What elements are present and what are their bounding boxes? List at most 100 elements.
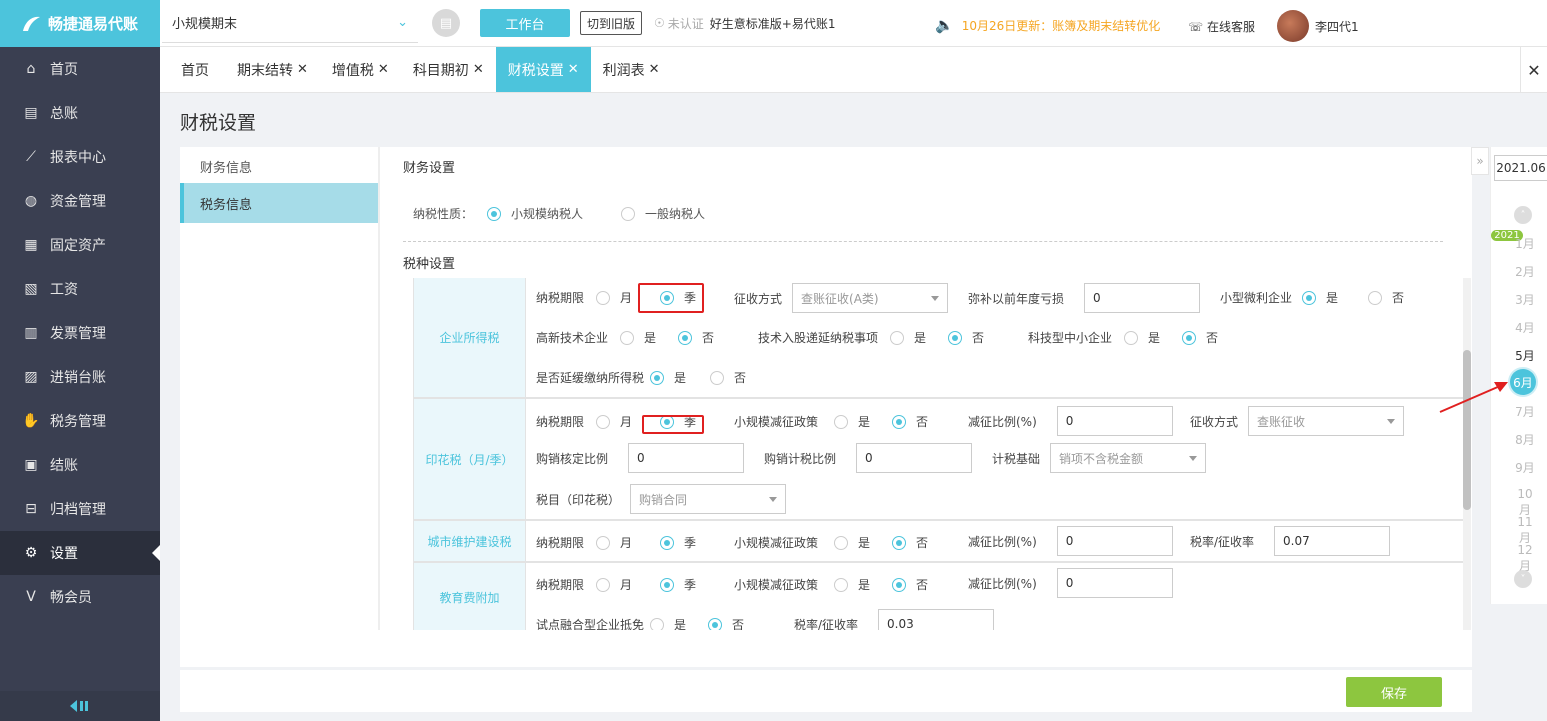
radio-small-scale[interactable]: [487, 206, 502, 221]
corp-period-month-radio[interactable]: [596, 290, 611, 305]
online-service-link[interactable]: ☏ 在线客服: [1188, 18, 1255, 35]
corp-sme-label: 科技型中小企业: [1028, 331, 1113, 345]
speaker-icon: 🔈: [935, 16, 954, 34]
corp-small-yes-radio[interactable]: [1302, 290, 1317, 305]
corp-sme-no-radio[interactable]: [1182, 330, 1197, 345]
sidebar-item-1[interactable]: ▤ 总账: [0, 91, 160, 135]
sidebar-item-10[interactable]: ⊟ 归档管理: [0, 487, 160, 531]
month-3[interactable]: 3月: [1513, 291, 1537, 308]
stamp-collect-select[interactable]: 查账征收: [1248, 406, 1405, 436]
corp-tech-invest-no-radio[interactable]: [948, 330, 963, 345]
chevron-up-icon[interactable]: ˄: [1514, 206, 1532, 224]
month-10[interactable]: 10月: [1513, 487, 1537, 518]
tab-close-icon[interactable]: ✕: [473, 62, 484, 77]
sidebar-item-8[interactable]: ✋ 税务管理: [0, 399, 160, 443]
sidebar-item-11[interactable]: ⚙ 设置: [0, 531, 160, 575]
city-policy-yes-radio[interactable]: [834, 535, 849, 550]
corp-hitech-no-radio[interactable]: [678, 330, 693, 345]
tab-close-icon[interactable]: ✕: [297, 62, 308, 77]
stamp-reduce-label: 减征比例(%): [968, 414, 1037, 429]
stamp-purchase-tax-input[interactable]: 0: [856, 443, 973, 473]
sidebar-item-label: 发票管理: [50, 326, 106, 342]
stamp-purchase-ratio-label: 购销核定比例: [536, 451, 609, 466]
edu-policy-no-radio[interactable]: [892, 577, 907, 592]
corp-loss-input[interactable]: 0: [1084, 283, 1201, 313]
city-period-quarter-radio[interactable]: [660, 535, 675, 550]
sidebar-item-2[interactable]: ⟋ 报表中心: [0, 135, 160, 179]
edu-tax-box: 教育费附加 纳税期限 月 季 小规模减征政策 是 否 减征比例(%) 0 试点融…: [413, 562, 1463, 639]
stamp-policy-no-radio[interactable]: [892, 414, 907, 429]
sidebar-item-7[interactable]: ▨ 进销台账: [0, 355, 160, 399]
edu-policy-yes-radio[interactable]: [834, 577, 849, 592]
close-all-tabs-icon[interactable]: ✕: [1520, 47, 1547, 93]
stamp-item-select[interactable]: 购销合同: [630, 484, 787, 514]
chevron-down-icon[interactable]: ˅: [1514, 570, 1532, 588]
corp-tech-invest-yes-label: 是: [914, 331, 927, 345]
tab-close-icon[interactable]: ✕: [649, 62, 660, 77]
tab-0[interactable]: 首页: [165, 47, 225, 92]
current-period[interactable]: 2021.06: [1494, 155, 1547, 181]
corp-defer-no-radio[interactable]: [710, 370, 725, 385]
sidebar-collapse-button[interactable]: [0, 691, 160, 721]
taxpayer-type-row: 纳税性质： 小规模纳税人 一般纳税人: [413, 205, 705, 222]
month-4[interactable]: 4月: [1513, 319, 1537, 336]
tab-label: 增值税: [331, 62, 374, 79]
sidebar-item-3[interactable]: ◍ 资金管理: [0, 179, 160, 223]
cert-status[interactable]: ☉ 未认证: [654, 15, 704, 32]
user-menu[interactable]: 李四代1: [1277, 10, 1359, 42]
tab-5[interactable]: 利润表 ✕: [591, 47, 672, 92]
stamp-purchase-ratio-input[interactable]: 0: [628, 443, 745, 473]
scrollbar-thumb[interactable]: [1463, 350, 1471, 510]
switch-old-version-button[interactable]: 切到旧版: [580, 11, 643, 35]
corp-tech-invest-no-label: 否: [972, 331, 985, 345]
workbench-button[interactable]: 工作台: [480, 9, 570, 37]
period-panel-toggle[interactable]: »: [1471, 147, 1489, 175]
content-scrollbar[interactable]: [1463, 278, 1471, 630]
corp-collect-select[interactable]: 查账征收(A类): [792, 283, 949, 313]
company-select[interactable]: 小规模期末 ⌄: [162, 3, 418, 43]
tab-close-icon[interactable]: ✕: [378, 62, 389, 77]
month-11[interactable]: 11月: [1513, 515, 1537, 546]
subnav-finance-info[interactable]: 财务信息: [180, 147, 378, 185]
corp-small-no-radio[interactable]: [1368, 290, 1383, 305]
sidebar-item-9[interactable]: ▣ 结账: [0, 443, 160, 487]
corp-sme-yes-radio[interactable]: [1124, 330, 1139, 345]
month-1[interactable]: 1月: [1513, 235, 1537, 252]
stamp-period-month-radio[interactable]: [596, 414, 611, 429]
city-period-month-radio[interactable]: [596, 535, 611, 550]
stamp-reduce-input[interactable]: 0: [1056, 406, 1173, 436]
sidebar-item-6[interactable]: ▥ 发票管理: [0, 311, 160, 355]
tab-close-icon[interactable]: ✕: [568, 62, 579, 77]
edu-period-quarter-radio[interactable]: [660, 577, 675, 592]
month-2[interactable]: 2月: [1513, 263, 1537, 280]
brand-logo[interactable]: 畅捷通易代账: [0, 0, 160, 47]
tab-3[interactable]: 科目期初 ✕: [401, 47, 496, 92]
sidebar-item-4[interactable]: ▦ 固定资产: [0, 223, 160, 267]
save-button[interactable]: 保存: [1346, 677, 1442, 707]
subnav-tax-info[interactable]: 税务信息: [180, 183, 378, 223]
corp-tech-invest-yes-radio[interactable]: [890, 330, 905, 345]
radio-general[interactable]: [621, 206, 636, 221]
month-5[interactable]: 5月: [1513, 347, 1537, 364]
tab-2[interactable]: 增值税 ✕: [320, 47, 401, 92]
stamp-basis-select[interactable]: 销项不含税金额: [1050, 443, 1207, 473]
tab-4[interactable]: 财税设置 ✕: [495, 47, 591, 92]
month-9[interactable]: 9月: [1513, 459, 1537, 476]
calendar-round-button[interactable]: ▤: [432, 9, 460, 37]
update-notice[interactable]: 🔈 10月26日更新：账簿及期末结转优化: [935, 16, 1160, 34]
sidebar-item-12[interactable]: V 畅会员: [0, 575, 160, 619]
edu-period-month-radio[interactable]: [596, 577, 611, 592]
city-policy-yes-label: 是: [858, 536, 871, 550]
city-rate-input[interactable]: 0.07: [1274, 526, 1391, 556]
month-8[interactable]: 8月: [1513, 431, 1537, 448]
corp-hitech-yes-radio[interactable]: [620, 330, 635, 345]
corp-defer-yes-radio[interactable]: [650, 370, 665, 385]
stamp-policy-yes-radio[interactable]: [834, 414, 849, 429]
sidebar-item-5[interactable]: ▧ 工资: [0, 267, 160, 311]
tab-1[interactable]: 期末结转 ✕: [225, 47, 320, 92]
city-policy-no-radio[interactable]: [892, 535, 907, 550]
sidebar-item-0[interactable]: ⌂ 首页: [0, 47, 160, 91]
corp-collect-value: 查账征收(A类): [801, 291, 879, 306]
city-reduce-input[interactable]: 0: [1056, 526, 1173, 556]
edu-reduce-input[interactable]: 0: [1056, 568, 1173, 598]
